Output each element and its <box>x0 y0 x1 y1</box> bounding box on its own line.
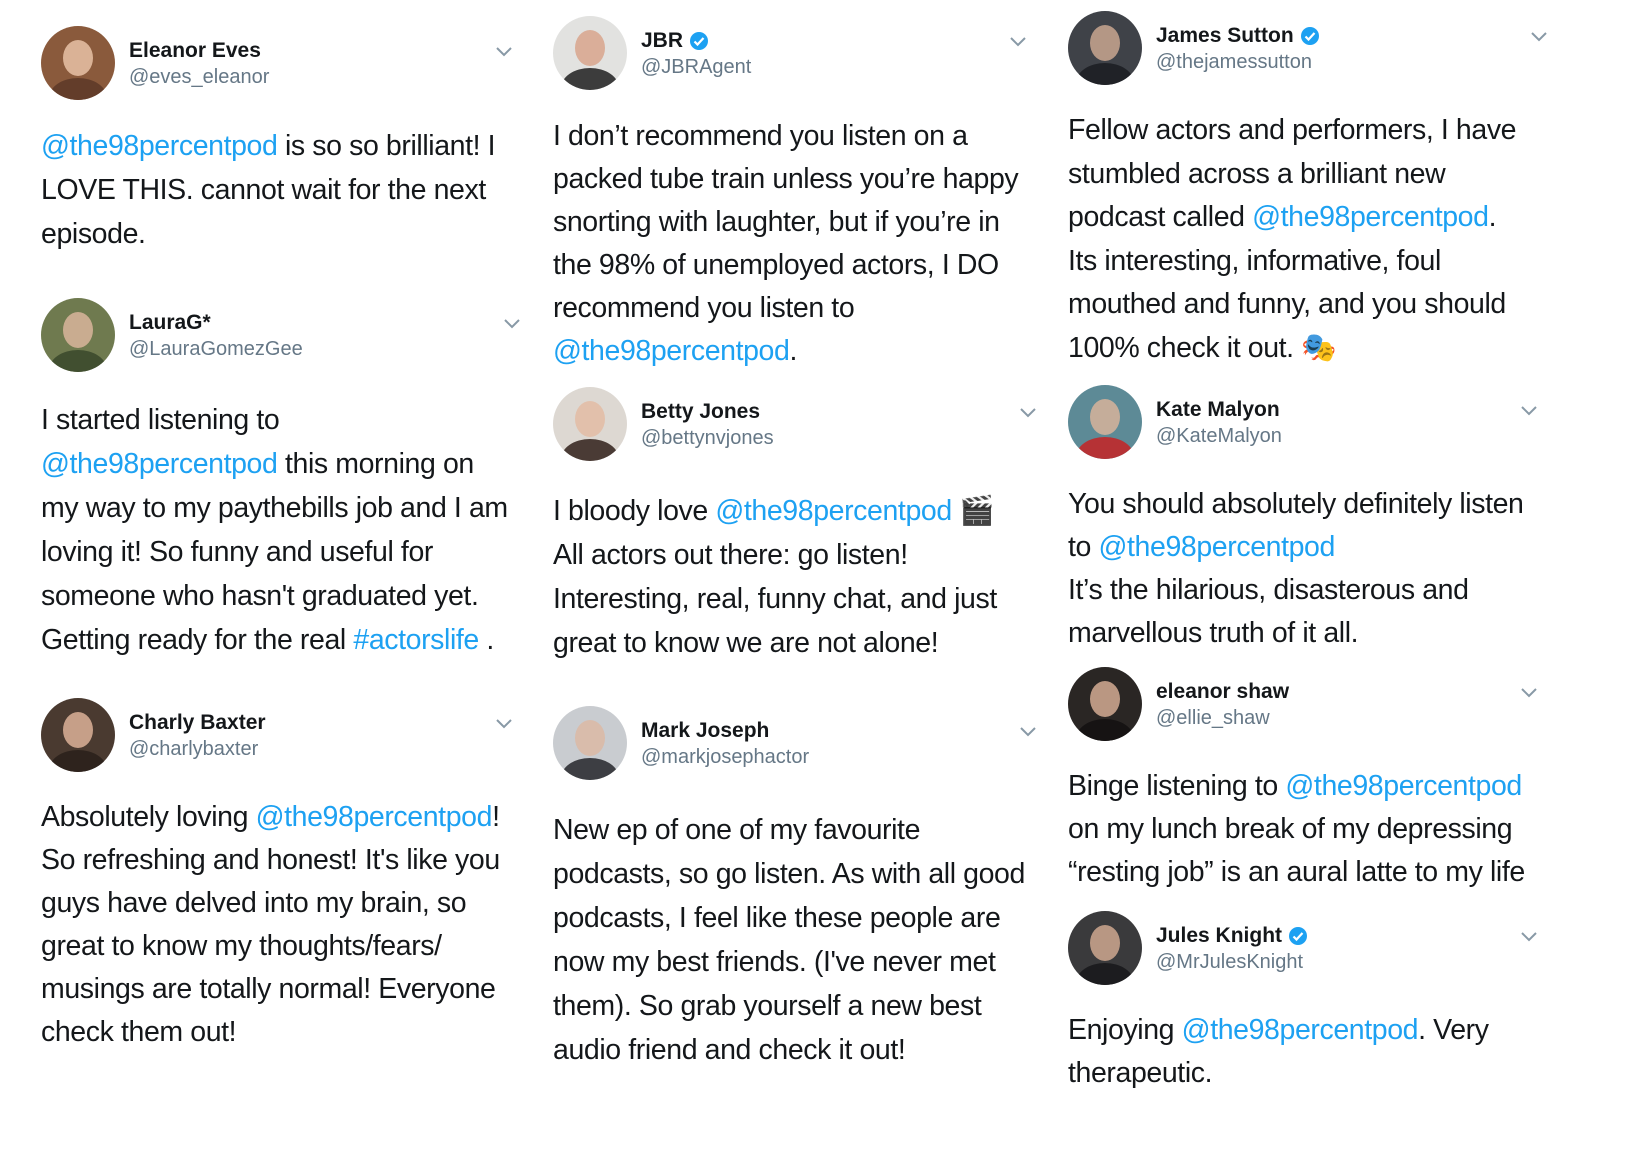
tweet-header: Jules Knight @MrJulesKnight <box>1068 911 1553 991</box>
tweet-header: JBR @JBRAgent <box>553 16 1038 96</box>
avatar[interactable] <box>553 387 627 461</box>
tweet-text-segment: I don’t recommend you listen on a packed… <box>553 120 1019 324</box>
tweet-lauragee[interactable]: LauraG* @LauraGomezGee I started listeni… <box>41 298 531 662</box>
hashtag-link[interactable]: #actorslife <box>353 624 479 656</box>
tweet-text-segment: I bloody love <box>553 495 716 527</box>
chevron-down-icon[interactable] <box>495 46 513 58</box>
tweet-betty-jones[interactable]: Betty Jones @bettynvjones I bloody love … <box>553 387 1038 665</box>
display-name[interactable]: James Sutton <box>1156 23 1320 49</box>
tweet-jbr[interactable]: JBR @JBRAgent I don’t recommend you list… <box>553 16 1038 373</box>
tweet-header: Charly Baxter @charlybaxter <box>41 698 519 778</box>
tweet-text-segment: . <box>478 624 494 656</box>
tweet-text: You should absolutely definitely listen … <box>1068 483 1553 655</box>
display-name[interactable]: Jules Knight <box>1156 923 1308 949</box>
user-handle[interactable]: @KateMalyon <box>1156 423 1282 449</box>
tweet-text-segment: Absolutely loving <box>41 801 256 833</box>
chevron-down-icon[interactable] <box>1520 931 1538 943</box>
display-name[interactable]: LauraG* <box>129 310 303 336</box>
tweet-header: Mark Joseph @markjosephactor <box>553 706 1043 786</box>
tweet-text-segment: ! So refreshing and honest! It's like yo… <box>41 801 500 1048</box>
display-name[interactable]: Eleanor Eves <box>129 38 269 64</box>
tweet-kate-malyon[interactable]: Kate Malyon @KateMalyon You should absol… <box>1068 385 1553 655</box>
verified-badge-icon <box>690 32 709 50</box>
tweet-text-segment: New ep of one of my favourite podcasts, … <box>553 814 1025 1066</box>
user-handle[interactable]: @charlybaxter <box>129 736 266 762</box>
user-handle[interactable]: @ellie_shaw <box>1156 705 1289 731</box>
tweet-header: James Sutton @thejamessutton <box>1068 11 1553 91</box>
tweet-text-segment: on my lunch break of my depressing “rest… <box>1068 813 1525 888</box>
tweet-text: I don’t recommend you listen on a packed… <box>553 115 1038 373</box>
tweet-header: Betty Jones @bettynvjones <box>553 387 1038 467</box>
verified-badge-icon <box>1300 27 1319 45</box>
tweet-text-segment: Binge listening to <box>1068 770 1286 802</box>
verified-badge-icon <box>1289 927 1308 945</box>
avatar[interactable] <box>553 16 627 90</box>
mention-link[interactable]: @the98percentpod <box>41 448 278 480</box>
tweet-eleanor-eves[interactable]: Eleanor Eves @eves_eleanor @the98percent… <box>41 26 519 256</box>
tweet-charly-baxter[interactable]: Charly Baxter @charlybaxter Absolutely l… <box>41 698 519 1054</box>
mention-link[interactable]: @the98percentpod <box>553 335 790 367</box>
user-handle[interactable]: @LauraGomezGee <box>129 336 303 362</box>
user-handle[interactable]: @thejamessutton <box>1156 49 1320 75</box>
tweet-text: Binge listening to @the98percentpod on m… <box>1068 765 1553 894</box>
chevron-down-icon[interactable] <box>1530 31 1548 43</box>
tweet-text-segment: I started listening to <box>41 404 280 436</box>
tweet-header: Kate Malyon @KateMalyon <box>1068 385 1553 465</box>
tweet-jules-knight[interactable]: Jules Knight @MrJulesKnight Enjoying @th… <box>1068 911 1553 1095</box>
user-handle[interactable]: @bettynvjones <box>641 425 774 451</box>
tweet-header: eleanor shaw @ellie_shaw <box>1068 667 1553 747</box>
chevron-down-icon[interactable] <box>495 718 513 730</box>
tweet-text: I started listening to @the98percentpod … <box>41 398 531 662</box>
chevron-down-icon[interactable] <box>1520 405 1538 417</box>
user-handle[interactable]: @markjosephactor <box>641 744 809 770</box>
chevron-down-icon[interactable] <box>1009 36 1027 48</box>
tweet-text-segment: Enjoying <box>1068 1014 1182 1046</box>
avatar[interactable] <box>41 698 115 772</box>
avatar[interactable] <box>1068 911 1142 985</box>
avatar[interactable] <box>41 298 115 372</box>
tweet-text: Fellow actors and performers, I have stu… <box>1068 109 1553 370</box>
chevron-down-icon[interactable] <box>1019 407 1037 419</box>
tweet-text: Absolutely loving @the98percentpod! So r… <box>41 796 519 1054</box>
mention-link[interactable]: @the98percentpod <box>715 495 952 527</box>
avatar[interactable] <box>1068 667 1142 741</box>
user-handle[interactable]: @JBRAgent <box>641 54 751 80</box>
mention-link[interactable]: @the98percentpod <box>1285 770 1522 802</box>
tweet-text-segment: It’s the hilarious, disasterous and marv… <box>1068 574 1469 649</box>
mention-link[interactable]: @the98percentpod <box>1099 531 1336 563</box>
tweet-text: Enjoying @the98percentpod. Very therapeu… <box>1068 1009 1553 1095</box>
avatar[interactable] <box>1068 385 1142 459</box>
display-name[interactable]: Betty Jones <box>641 399 774 425</box>
tweet-header: Eleanor Eves @eves_eleanor <box>41 26 519 106</box>
user-handle[interactable]: @eves_eleanor <box>129 64 269 90</box>
chevron-down-icon[interactable] <box>1520 687 1538 699</box>
mention-link[interactable]: @the98percentpod <box>1252 201 1489 233</box>
chevron-down-icon[interactable] <box>503 318 521 330</box>
tweet-header: LauraG* @LauraGomezGee <box>41 298 531 378</box>
display-name[interactable]: eleanor shaw <box>1156 679 1289 705</box>
tweet-text: New ep of one of my favourite podcasts, … <box>553 808 1043 1072</box>
display-name[interactable]: Charly Baxter <box>129 710 266 736</box>
display-name[interactable]: Kate Malyon <box>1156 397 1282 423</box>
tweet-eleanor-shaw[interactable]: eleanor shaw @ellie_shaw Binge listening… <box>1068 667 1553 894</box>
tweet-text: I bloody love @the98percentpod 🎬 All act… <box>553 489 1038 665</box>
tweet-mark-joseph[interactable]: Mark Joseph @markjosephactor New ep of o… <box>553 706 1043 1072</box>
user-handle[interactable]: @MrJulesKnight <box>1156 949 1308 975</box>
tweet-text: @the98percentpod is so so brilliant! I L… <box>41 124 519 256</box>
mention-link[interactable]: @the98percentpod <box>41 130 278 162</box>
tweet-james-sutton[interactable]: James Sutton @thejamessutton Fellow acto… <box>1068 11 1553 370</box>
avatar[interactable] <box>41 26 115 100</box>
display-name[interactable]: Mark Joseph <box>641 718 809 744</box>
chevron-down-icon[interactable] <box>1019 726 1037 738</box>
mention-link[interactable]: @the98percentpod <box>256 801 493 833</box>
avatar[interactable] <box>553 706 627 780</box>
display-name[interactable]: JBR <box>641 28 751 54</box>
avatar[interactable] <box>1068 11 1142 85</box>
mention-link[interactable]: @the98percentpod <box>1182 1014 1419 1046</box>
tweet-text-segment: . <box>789 335 797 367</box>
